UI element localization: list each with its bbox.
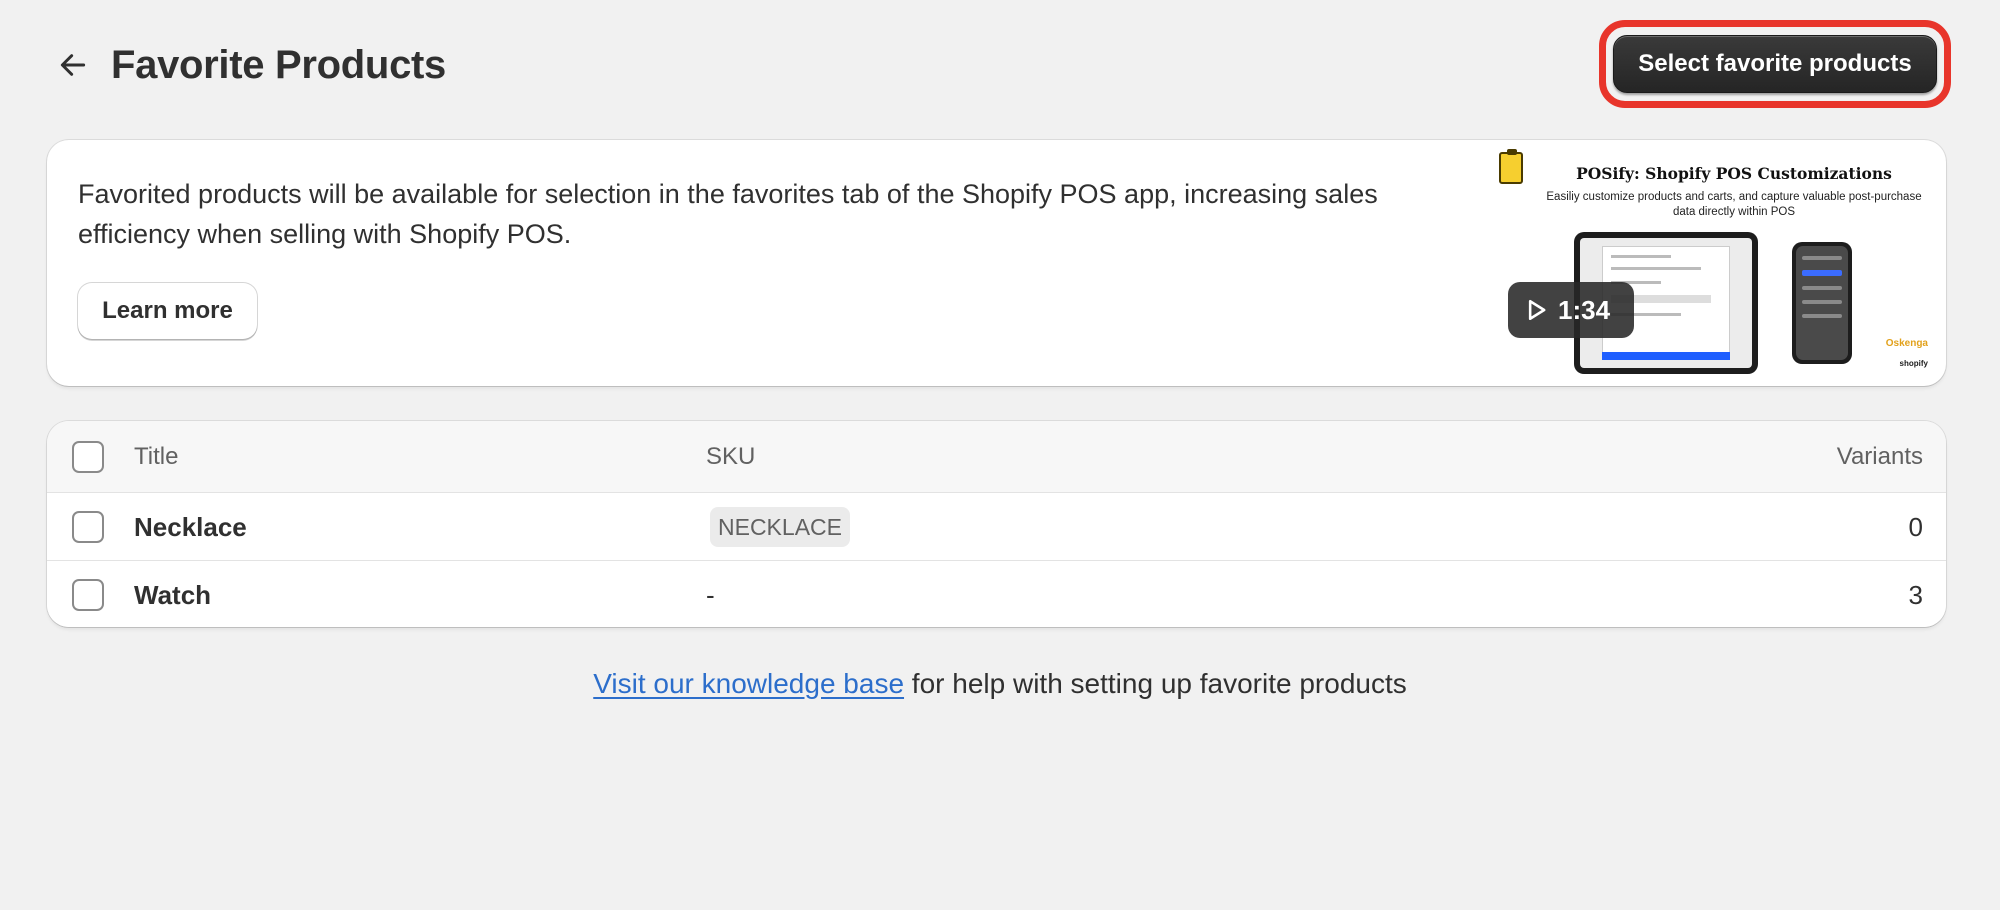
play-icon [1528, 299, 1546, 321]
product-sku: - [706, 580, 715, 610]
page-title: Favorite Products [111, 42, 446, 87]
clipboard-logo-icon [1499, 149, 1523, 184]
video-title: POSify: Shopify POS Customizations [1576, 164, 1892, 183]
video-subtitle: Easiliy customize products and carts, an… [1546, 191, 1922, 218]
back-button[interactable] [47, 39, 99, 91]
products-table: Title SKU Variants Necklace NECKLACE 0 W… [47, 421, 1946, 627]
sku-tag: NECKLACE [710, 507, 850, 547]
info-card: Favorited products will be available for… [47, 140, 1946, 386]
row-checkbox[interactable] [72, 511, 104, 543]
variant-count: 0 [1908, 512, 1923, 542]
brand-badge: Oskenga shopify [1885, 338, 1928, 368]
phone-mockup [1792, 242, 1852, 364]
video-duration: 1:34 [1558, 294, 1611, 325]
select-all-checkbox[interactable] [72, 441, 104, 473]
product-title: Necklace [134, 512, 247, 542]
column-sku: SKU [706, 443, 756, 470]
video-thumbnail[interactable]: POSify: Shopify POS Customizations Easil… [1494, 146, 1934, 380]
knowledge-base-link[interactable]: Visit our knowledge base [593, 668, 904, 699]
arrow-left-icon [60, 54, 86, 76]
help-footer: Visit our knowledge base for help with s… [0, 668, 2000, 700]
column-title: Title [134, 443, 179, 470]
variant-count: 3 [1908, 580, 1923, 610]
column-variants: Variants [1836, 443, 1923, 470]
product-title: Watch [134, 580, 212, 610]
play-duration-pill[interactable]: 1:34 [1508, 282, 1634, 338]
row-checkbox[interactable] [72, 579, 104, 611]
learn-more-button[interactable]: Learn more [78, 283, 257, 339]
table-row[interactable]: Watch - 3 [47, 561, 1946, 627]
info-description: Favorited products will be available for… [78, 179, 1378, 249]
favorite-products-page: Favorite Products Select favorite produc… [0, 0, 2000, 910]
select-favorite-products-button[interactable]: Select favorite products [1613, 35, 1937, 93]
page-header: Favorite Products Select favorite produc… [47, 20, 1956, 108]
table-row[interactable]: Necklace NECKLACE 0 [47, 493, 1946, 561]
highlight-outline: Select favorite products [1599, 20, 1951, 108]
footer-text: for help with setting up favorite produc… [904, 668, 1407, 699]
table-header: Title SKU Variants [47, 421, 1946, 493]
